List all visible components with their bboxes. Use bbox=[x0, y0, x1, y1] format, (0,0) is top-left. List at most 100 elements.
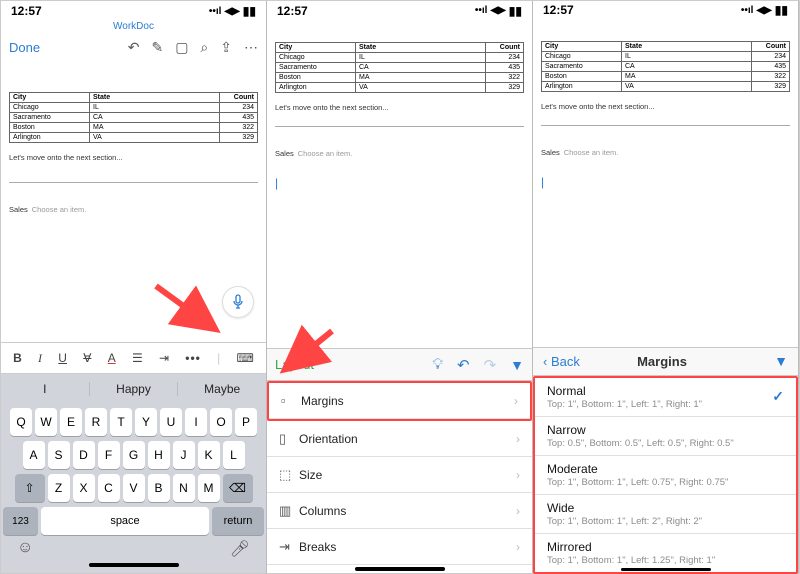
delete-key[interactable]: ⌫ bbox=[223, 474, 253, 502]
share-icon[interactable]: ⇪ bbox=[220, 39, 232, 56]
data-table[interactable]: CityStateCount ChicagoIL234 SacramentoCA… bbox=[9, 92, 258, 143]
key[interactable]: P bbox=[235, 408, 257, 436]
shift-key[interactable]: ⇧ bbox=[15, 474, 45, 502]
data-table[interactable]: CityStateCount ChicagoIL234 SacramentoCA… bbox=[541, 41, 790, 92]
strikethrough-button[interactable]: ∀ bbox=[83, 351, 91, 365]
annotation-arrow bbox=[277, 326, 347, 386]
menu-breaks[interactable]: ⇥ Breaks › bbox=[267, 529, 532, 565]
collapse-ribbon-icon[interactable]: ▼ bbox=[774, 353, 788, 369]
key[interactable]: L bbox=[223, 441, 245, 469]
breaks-icon: ⇥ bbox=[279, 539, 299, 555]
menu-columns[interactable]: ▥ Columns › bbox=[267, 493, 532, 529]
done-button[interactable]: Done bbox=[9, 40, 40, 55]
chevron-right-icon: › bbox=[516, 468, 520, 482]
body-text[interactable]: Let's move onto the next section... bbox=[275, 103, 524, 112]
key[interactable]: H bbox=[148, 441, 170, 469]
bullets-button[interactable]: ☰ bbox=[132, 351, 143, 365]
keyboard-suggestions: I Happy Maybe bbox=[1, 374, 266, 404]
font-color-button[interactable]: A bbox=[108, 351, 116, 365]
key[interactable]: O bbox=[210, 408, 232, 436]
margin-option-moderate[interactable]: Moderate Top: 1", Bottom: 1", Left: 0.75… bbox=[535, 456, 796, 495]
underline-button[interactable]: U bbox=[58, 351, 67, 365]
suggestion[interactable]: Maybe bbox=[178, 382, 266, 396]
margin-option-wide[interactable]: Wide Top: 1", Bottom: 1", Left: 2", Righ… bbox=[535, 495, 796, 534]
document-body[interactable]: CityStateCount ChicagoIL234 SacramentoCA… bbox=[267, 18, 532, 348]
format-toolbar: B I U ∀ A ☰ ⇥ ••• | ⌨ bbox=[1, 342, 266, 374]
key[interactable]: X bbox=[73, 474, 95, 502]
tell-me-icon[interactable]: 💡︎ bbox=[432, 356, 443, 373]
menu-margins[interactable]: ▫ Margins › bbox=[269, 383, 530, 419]
key[interactable]: S bbox=[48, 441, 70, 469]
key[interactable]: T bbox=[110, 408, 132, 436]
keyboard-toggle-icon[interactable]: ⌨ bbox=[237, 351, 254, 365]
chevron-right-icon: › bbox=[514, 394, 518, 408]
menu-size[interactable]: ⬚ Size › bbox=[267, 457, 532, 493]
collapse-ribbon-icon[interactable]: ▼ bbox=[510, 357, 524, 373]
status-time: 12:57 bbox=[543, 3, 574, 17]
screenshot-margins: 12:57 ••ıl◀▶▮▮ CityStateCount ChicagoIL2… bbox=[533, 1, 799, 573]
document-body[interactable]: CityStateCount ChicagoIL234 SacramentoCA… bbox=[533, 17, 798, 347]
draw-icon[interactable]: ✎ bbox=[151, 39, 163, 56]
status-indicators: ••ıl◀▶▮▮ bbox=[741, 3, 788, 17]
more-format-button[interactable]: ••• bbox=[185, 351, 201, 365]
emoji-key[interactable]: ☺ bbox=[17, 539, 33, 559]
key[interactable]: U bbox=[160, 408, 182, 436]
checkmark-icon: ✓ bbox=[772, 388, 784, 405]
undo-icon[interactable]: ↶ bbox=[457, 356, 470, 374]
margins-options: Normal Top: 1", Bottom: 1", Left: 1", Ri… bbox=[533, 376, 798, 574]
status-bar: 12:57 ••ıl◀▶▮▮ bbox=[1, 1, 266, 19]
top-toolbar: Done ↶ ✎ ▢ ⌕ ⇪ ⋯ bbox=[1, 32, 266, 62]
key[interactable]: B bbox=[148, 474, 170, 502]
key[interactable]: D bbox=[73, 441, 95, 469]
key[interactable]: K bbox=[198, 441, 220, 469]
sales-field[interactable]: SalesChoose an item. bbox=[9, 205, 258, 214]
bold-button[interactable]: B bbox=[13, 351, 22, 365]
key[interactable]: E bbox=[60, 408, 82, 436]
margin-option-mirrored[interactable]: Mirrored Top: 1", Bottom: 1", Left: 1.25… bbox=[535, 534, 796, 572]
sales-field[interactable]: SalesChoose an item. bbox=[275, 149, 524, 158]
home-indicator[interactable] bbox=[89, 563, 179, 567]
mobile-view-icon[interactable]: ▢ bbox=[175, 39, 188, 56]
key[interactable]: A bbox=[23, 441, 45, 469]
key[interactable]: V bbox=[123, 474, 145, 502]
return-key[interactable]: return bbox=[212, 507, 264, 535]
key[interactable]: Y bbox=[135, 408, 157, 436]
key[interactable]: G bbox=[123, 441, 145, 469]
undo-icon[interactable]: ↶ bbox=[128, 39, 140, 56]
margin-option-narrow[interactable]: Narrow Top: 0.5", Bottom: 0.5", Left: 0.… bbox=[535, 417, 796, 456]
key[interactable]: R bbox=[85, 408, 107, 436]
key[interactable]: C bbox=[98, 474, 120, 502]
key[interactable]: J bbox=[173, 441, 195, 469]
margin-option-normal[interactable]: Normal Top: 1", Bottom: 1", Left: 1", Ri… bbox=[535, 378, 796, 417]
suggestion[interactable]: I bbox=[1, 382, 90, 396]
numbers-key[interactable]: 123 bbox=[3, 507, 38, 535]
home-indicator[interactable] bbox=[355, 567, 445, 571]
italic-button[interactable]: I bbox=[38, 351, 42, 366]
indent-button[interactable]: ⇥ bbox=[159, 351, 169, 365]
key[interactable]: M bbox=[198, 474, 220, 502]
key[interactable]: N bbox=[173, 474, 195, 502]
more-icon[interactable]: ⋯ bbox=[244, 39, 258, 56]
data-table[interactable]: CityStateCount ChicagoIL234 SacramentoCA… bbox=[275, 42, 524, 93]
body-text[interactable]: Let's move onto the next section... bbox=[9, 153, 258, 162]
key[interactable]: W bbox=[35, 408, 57, 436]
panel-title: Margins bbox=[550, 354, 774, 369]
status-indicators: ••ıl◀▶▮▮ bbox=[209, 4, 256, 18]
body-text[interactable]: Let's move onto the next section... bbox=[541, 102, 790, 111]
key[interactable]: I bbox=[185, 408, 207, 436]
menu-orientation[interactable]: ▯ Orientation › bbox=[267, 421, 532, 457]
status-bar: 12:57 ••ıl◀▶▮▮ bbox=[533, 1, 798, 17]
space-key[interactable]: space bbox=[41, 507, 209, 535]
size-icon: ⬚ bbox=[279, 467, 299, 483]
key[interactable]: Q bbox=[10, 408, 32, 436]
redo-icon[interactable]: ↷ bbox=[484, 356, 497, 374]
orientation-icon: ▯ bbox=[279, 431, 299, 447]
key[interactable]: F bbox=[98, 441, 120, 469]
columns-icon: ▥ bbox=[279, 503, 299, 519]
search-icon[interactable]: ⌕ bbox=[200, 39, 208, 56]
key[interactable]: Z bbox=[48, 474, 70, 502]
suggestion[interactable]: Happy bbox=[90, 382, 179, 396]
dictate-key[interactable]: 🎤︎ bbox=[230, 539, 250, 559]
home-indicator[interactable] bbox=[621, 568, 711, 571]
sales-field[interactable]: SalesChoose an item. bbox=[541, 148, 790, 157]
